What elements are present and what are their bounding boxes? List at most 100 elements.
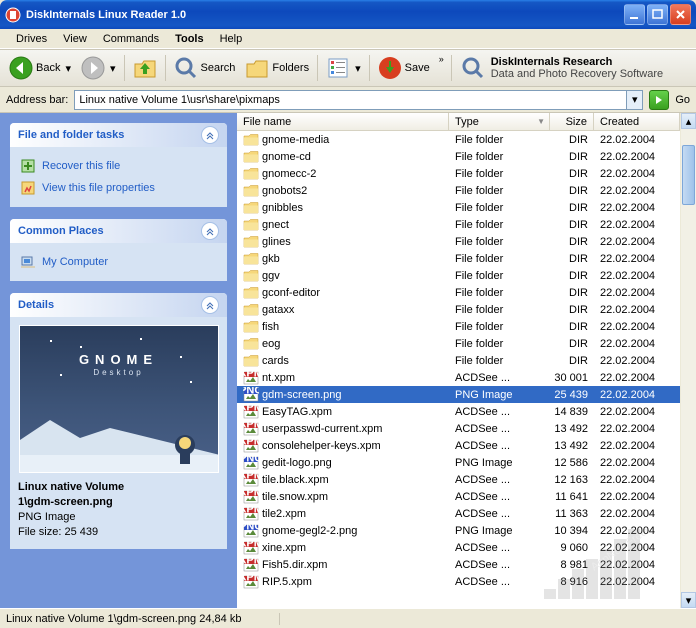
file-row[interactable]: eogFile folderDIR22.02.2004 xyxy=(237,335,696,352)
properties-link[interactable]: View this file properties xyxy=(20,177,217,199)
menu-view[interactable]: View xyxy=(55,31,95,47)
file-size: DIR xyxy=(550,151,594,163)
menu-commands[interactable]: Commands xyxy=(95,31,167,47)
file-row[interactable]: gnome-mediaFile folderDIR22.02.2004 xyxy=(237,131,696,148)
menu-tools[interactable]: Tools xyxy=(167,31,212,47)
file-row[interactable]: gconf-editorFile folderDIR22.02.2004 xyxy=(237,284,696,301)
col-name[interactable]: File name xyxy=(237,113,449,130)
go-button[interactable] xyxy=(649,90,669,110)
file-size: DIR xyxy=(550,270,594,282)
my-computer-link[interactable]: My Computer xyxy=(20,251,217,273)
detail-path-2: 1\gdm-screen.png xyxy=(18,496,219,508)
scroll-up[interactable]: ▴ xyxy=(681,113,696,129)
file-size: DIR xyxy=(550,185,594,197)
close-button[interactable] xyxy=(670,4,691,25)
file-row[interactable]: XPMEasyTAG.xpmACDSee ...14 83922.02.2004 xyxy=(237,403,696,420)
file-row[interactable]: XPMtile.snow.xpmACDSee ...11 64122.02.20… xyxy=(237,488,696,505)
file-type: File folder xyxy=(449,168,550,180)
file-name: EasyTAG.xpm xyxy=(262,406,332,418)
file-row[interactable]: XPMconsolehelper-keys.xpmACDSee ...13 49… xyxy=(237,437,696,454)
scroll-thumb[interactable] xyxy=(682,145,695,205)
col-size[interactable]: Size xyxy=(550,113,594,130)
file-name: gnome-gegl2-2.png xyxy=(262,525,357,537)
file-row[interactable]: glinesFile folderDIR22.02.2004 xyxy=(237,233,696,250)
file-size: DIR xyxy=(550,253,594,265)
file-type: File folder xyxy=(449,236,550,248)
folders-button[interactable]: Folders xyxy=(240,53,314,83)
file-size: DIR xyxy=(550,219,594,231)
file-size: 11 641 xyxy=(550,491,594,503)
recover-file-link[interactable]: Recover this file xyxy=(20,155,217,177)
file-row[interactable]: XPMFish5.dir.xpmACDSee ...8 98122.02.200… xyxy=(237,556,696,573)
address-input[interactable]: Linux native Volume 1\usr\share\pixmaps … xyxy=(74,90,643,110)
file-rows: AppNee Freeware Group gnome-mediaFile fo… xyxy=(237,131,696,608)
xpm-icon: XPM xyxy=(243,574,259,590)
file-row[interactable]: XPMuserpasswd-current.xpmACDSee ...13 49… xyxy=(237,420,696,437)
file-row[interactable]: gkbFile folderDIR22.02.2004 xyxy=(237,250,696,267)
file-type: PNG Image xyxy=(449,457,550,469)
save-button[interactable]: Save xyxy=(373,53,435,83)
file-row[interactable]: gataxxFile folderDIR22.02.2004 xyxy=(237,301,696,318)
file-row[interactable]: PNGgedit-logo.pngPNG Image12 58622.02.20… xyxy=(237,454,696,471)
details-title: Details xyxy=(18,299,201,311)
chevron-down-icon: ▾ xyxy=(65,62,71,75)
file-name: gkb xyxy=(262,253,280,265)
file-row[interactable]: XPMtile2.xpmACDSee ...11 36322.02.2004 xyxy=(237,505,696,522)
back-label: Back xyxy=(36,62,60,74)
places-header[interactable]: Common Places xyxy=(10,219,227,243)
scroll-down[interactable]: ▾ xyxy=(681,592,696,608)
file-name: tile.snow.xpm xyxy=(262,491,328,503)
file-row[interactable]: fishFile folderDIR22.02.2004 xyxy=(237,318,696,335)
promo-title: DiskInternals Research xyxy=(491,56,613,68)
search-button[interactable]: Search xyxy=(169,53,241,83)
folder-icon xyxy=(243,353,259,369)
xpm-icon: XPM xyxy=(243,489,259,505)
preview-thumbnail: GNOME Desktop xyxy=(19,325,219,473)
promo-link[interactable]: DiskInternals Research Data and Photo Re… xyxy=(455,56,663,80)
file-row[interactable]: PNGgnome-gegl2-2.pngPNG Image10 39422.02… xyxy=(237,522,696,539)
file-size: 12 586 xyxy=(550,457,594,469)
file-created: 22.02.2004 xyxy=(594,457,674,469)
file-row[interactable]: gnomecc-2File folderDIR22.02.2004 xyxy=(237,165,696,182)
file-type: File folder xyxy=(449,355,550,367)
overflow-icon[interactable]: » xyxy=(439,50,444,64)
file-row[interactable]: gnectFile folderDIR22.02.2004 xyxy=(237,216,696,233)
svg-text:XPM: XPM xyxy=(243,421,259,431)
forward-button[interactable]: ▾ xyxy=(76,53,121,83)
file-row[interactable]: PNGgdm-screen.pngPNG Image25 43922.02.20… xyxy=(237,386,696,403)
file-row[interactable]: cardsFile folderDIR22.02.2004 xyxy=(237,352,696,369)
file-row[interactable]: ggvFile folderDIR22.02.2004 xyxy=(237,267,696,284)
col-type[interactable]: Type▼ xyxy=(449,113,550,130)
sort-icon: ▼ xyxy=(537,117,545,126)
file-created: 22.02.2004 xyxy=(594,202,674,214)
file-created: 22.02.2004 xyxy=(594,559,674,571)
folders-label: Folders xyxy=(272,62,309,74)
menu-help[interactable]: Help xyxy=(212,31,251,47)
maximize-button[interactable] xyxy=(647,4,668,25)
col-created[interactable]: Created xyxy=(594,113,680,130)
address-dropdown[interactable]: ▾ xyxy=(626,91,642,109)
file-row[interactable]: gnibblesFile folderDIR22.02.2004 xyxy=(237,199,696,216)
file-type: PNG Image xyxy=(449,525,550,537)
back-button[interactable]: Back ▾ xyxy=(4,53,76,83)
up-button[interactable] xyxy=(128,53,162,83)
file-row[interactable]: XPMnt.xpmACDSee ...30 00122.02.2004 xyxy=(237,369,696,386)
xpm-icon: XPM xyxy=(243,557,259,573)
folder-icon xyxy=(243,302,259,318)
file-row[interactable]: gnobots2File folderDIR22.02.2004 xyxy=(237,182,696,199)
detail-size: File size: 25 439 xyxy=(18,526,219,538)
details-header[interactable]: Details xyxy=(10,293,227,317)
file-row[interactable]: XPMtile.black.xpmACDSee ...12 16322.02.2… xyxy=(237,471,696,488)
menu-drives[interactable]: Drives xyxy=(8,31,55,47)
scrollbar[interactable]: ▴ ▾ xyxy=(680,113,696,608)
file-row[interactable]: gnome-cdFile folderDIR22.02.2004 xyxy=(237,148,696,165)
collapse-icon xyxy=(201,126,219,144)
file-row[interactable]: XPMxine.xpmACDSee ...9 06022.02.2004 xyxy=(237,539,696,556)
tasks-header[interactable]: File and folder tasks xyxy=(10,123,227,147)
folder-icon xyxy=(243,183,259,199)
file-row[interactable]: XPMRIP.5.xpmACDSee ...8 91622.02.2004 xyxy=(237,573,696,590)
file-created: 22.02.2004 xyxy=(594,185,674,197)
minimize-button[interactable] xyxy=(624,4,645,25)
views-button[interactable]: ▾ xyxy=(321,53,366,83)
file-created: 22.02.2004 xyxy=(594,542,674,554)
